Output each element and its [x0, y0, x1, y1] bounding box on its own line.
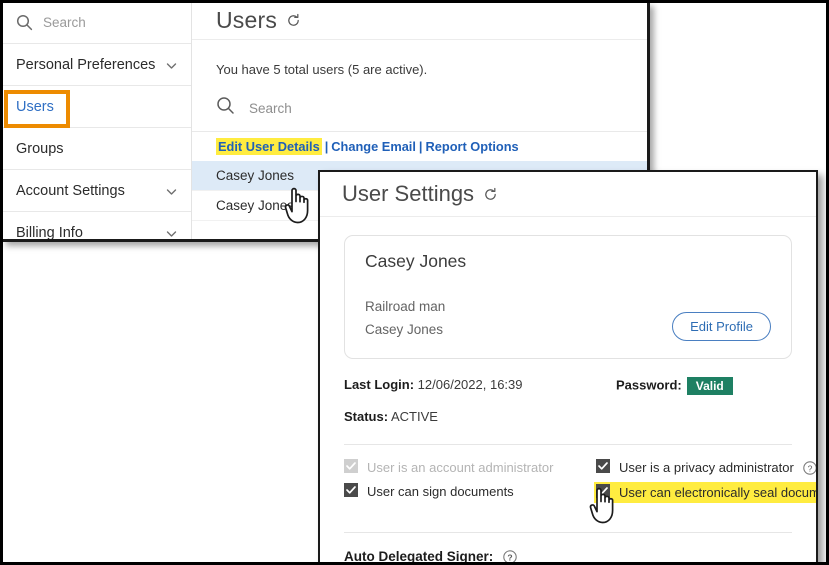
report-options-link[interactable]: Report Options	[426, 139, 519, 154]
sidebar-search[interactable]: Search	[2, 2, 191, 44]
search-icon	[16, 14, 33, 31]
status-label: Status:	[344, 409, 388, 424]
change-email-link[interactable]: Change Email	[331, 139, 416, 154]
page-title: Users	[216, 7, 277, 34]
sidebar-item-personal-preferences[interactable]: Personal Preferences	[2, 44, 191, 86]
profile-title: Railroad man	[365, 299, 445, 314]
divider	[344, 532, 792, 533]
sidebar-item-groups[interactable]: Groups	[2, 128, 191, 170]
sidebar-item-label: Billing Info	[16, 225, 83, 241]
user-settings-header: User Settings	[320, 172, 816, 217]
checkbox-checked-icon	[344, 483, 358, 500]
chevron-down-icon	[166, 59, 177, 70]
checkbox-checked-icon	[596, 484, 610, 501]
refresh-icon[interactable]	[483, 187, 498, 202]
last-login-row: Last Login: 12/06/2022, 16:39 Password: V…	[344, 377, 792, 397]
password-row: Password: Valid	[616, 377, 733, 395]
sidebar: Search Personal Preferences Users Groups…	[2, 2, 192, 242]
sidebar-item-account-settings[interactable]: Account Settings	[2, 170, 191, 212]
search-icon	[216, 96, 235, 120]
help-icon[interactable]: ?	[803, 461, 817, 475]
users-highlight-box	[4, 90, 70, 128]
svg-text:?: ?	[807, 463, 812, 473]
sidebar-item-label: Groups	[16, 141, 64, 157]
help-icon[interactable]: ?	[503, 550, 517, 564]
user-name: Casey Jones	[216, 168, 294, 183]
edit-profile-button[interactable]: Edit Profile	[672, 312, 771, 341]
checkbox-account-administrator: User is an account administrator	[344, 459, 553, 476]
action-separator: |	[416, 139, 426, 154]
chevron-down-icon	[166, 227, 177, 238]
checkbox-electronically-seal-documents[interactable]: User can electronically seal documents	[594, 482, 818, 503]
auto-delegated-signer-row: Auto Delegated Signer: ?	[344, 549, 792, 563]
profile-card: Casey Jones Railroad man Casey Jones Edi…	[344, 235, 792, 359]
users-header: Users	[192, 2, 647, 40]
checkbox-label: User can electronically seal documents	[619, 485, 818, 500]
password-label: Password:	[616, 377, 682, 392]
checkbox-label: User can sign documents	[367, 484, 514, 499]
action-separator: |	[322, 139, 332, 154]
checkbox-checked-icon	[344, 459, 358, 476]
user-action-links: Edit User Details|Change Email|Report Op…	[192, 132, 647, 161]
svg-text:?: ?	[508, 552, 513, 562]
permissions-grid: User is an account administrator User ca…	[344, 459, 792, 517]
profile-fullname: Casey Jones	[365, 322, 443, 337]
status-badge: Valid	[687, 377, 733, 395]
page-title: User Settings	[342, 181, 474, 207]
checkbox-checked-icon	[596, 459, 610, 476]
chevron-down-icon	[166, 185, 177, 196]
last-login-value: 12/06/2022, 16:39	[418, 377, 523, 392]
edit-user-details-link[interactable]: Edit User Details	[216, 138, 322, 155]
divider	[344, 444, 792, 445]
user-settings-window: User Settings Casey Jones Railroad man C…	[318, 170, 818, 563]
checkbox-can-sign-documents[interactable]: User can sign documents	[344, 483, 514, 500]
checkbox-label: User is a privacy administrator	[619, 460, 794, 475]
sidebar-item-billing-info[interactable]: Billing Info	[2, 212, 191, 242]
sidebar-search-placeholder: Search	[43, 15, 86, 30]
checkbox-label: User is an account administrator	[367, 460, 553, 475]
screenshot-root: Search Personal Preferences Users Groups…	[0, 0, 829, 565]
users-search-placeholder: Search	[249, 101, 292, 116]
user-name: Casey Jones	[216, 198, 294, 213]
profile-name: Casey Jones	[365, 251, 466, 272]
checkbox-privacy-administrator[interactable]: User is a privacy administrator ?	[596, 459, 817, 476]
sidebar-item-label: Personal Preferences	[16, 57, 155, 73]
status-row: Status: ACTIVE	[344, 409, 792, 429]
auto-delegated-signer-label: Auto Delegated Signer:	[344, 549, 493, 563]
users-search-input[interactable]: Search	[216, 93, 647, 123]
refresh-icon[interactable]	[286, 13, 301, 28]
users-count-text: You have 5 total users (5 are active).	[192, 40, 647, 77]
last-login-label: Last Login:	[344, 377, 414, 392]
sidebar-item-label: Account Settings	[16, 183, 125, 199]
status-value: ACTIVE	[391, 409, 438, 424]
